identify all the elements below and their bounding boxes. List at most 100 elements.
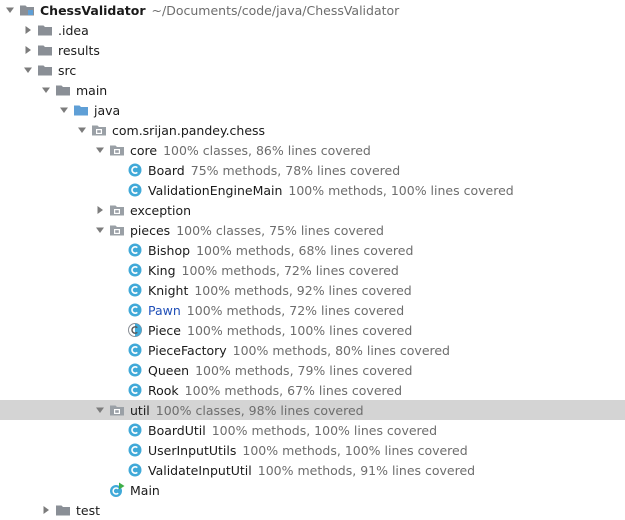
package-icon bbox=[109, 402, 125, 418]
coverage-info: 100% methods, 91% lines covered bbox=[257, 462, 476, 478]
tree-node-label: test bbox=[76, 502, 101, 518]
tree-node-piece[interactable]: Piece 100% methods, 100% lines covered bbox=[0, 320, 625, 340]
tree-node-core[interactable]: core 100% classes, 86% lines covered bbox=[0, 140, 625, 160]
chevron-down-icon[interactable] bbox=[58, 100, 70, 120]
tree-node-piece-factory[interactable]: PieceFactory 100% methods, 80% lines cov… bbox=[0, 340, 625, 360]
coverage-info: 75% methods, 78% lines covered bbox=[190, 162, 401, 178]
tree-node-label: com.srijan.pandey.chess bbox=[112, 122, 266, 138]
tree-node-label: Piece bbox=[148, 322, 181, 338]
chevron-down-icon[interactable] bbox=[40, 80, 52, 100]
coverage-info: 100% methods, 68% lines covered bbox=[196, 242, 414, 258]
folder-icon bbox=[37, 62, 53, 78]
tree-node-knight[interactable]: Knight 100% methods, 92% lines covered bbox=[0, 280, 625, 300]
tree-node-bishop[interactable]: Bishop 100% methods, 68% lines covered bbox=[0, 240, 625, 260]
tree-node-label: Pawn bbox=[148, 302, 181, 318]
tree-node-label: core bbox=[130, 142, 158, 158]
tree-node-validation-engine-main[interactable]: ValidationEngineMain 100% methods, 100% … bbox=[0, 180, 625, 200]
tree-node-label: ChessValidator bbox=[40, 2, 146, 18]
class-icon bbox=[127, 282, 143, 298]
coverage-info: 100% classes, 75% lines covered bbox=[176, 222, 384, 238]
tree-node-java[interactable]: java bbox=[0, 100, 625, 120]
chevron-down-icon[interactable] bbox=[22, 60, 34, 80]
tree-node-label: Queen bbox=[148, 362, 190, 378]
package-icon bbox=[109, 202, 125, 218]
module-folder-icon bbox=[19, 2, 35, 18]
coverage-info: 100% methods, 100% lines covered bbox=[242, 442, 468, 458]
chevron-down-icon[interactable] bbox=[4, 0, 16, 20]
tree-node-package[interactable]: com.srijan.pandey.chess bbox=[0, 120, 625, 140]
tree-node-label: ValidateInputUtil bbox=[148, 462, 252, 478]
tree-node-label: .idea bbox=[58, 22, 89, 38]
class-icon bbox=[127, 442, 143, 458]
folder-icon bbox=[37, 42, 53, 58]
chevron-down-icon[interactable] bbox=[94, 400, 106, 420]
coverage-info: 100% methods, 80% lines covered bbox=[232, 342, 450, 358]
tree-node-label: pieces bbox=[130, 222, 171, 238]
tree-node-label: src bbox=[58, 62, 77, 78]
tree-node-label: BoardUtil bbox=[148, 422, 206, 438]
package-icon bbox=[109, 142, 125, 158]
coverage-info: 100% methods, 72% lines covered bbox=[181, 262, 399, 278]
tree-node-validate-input-util[interactable]: ValidateInputUtil 100% methods, 91% line… bbox=[0, 460, 625, 480]
abstract-class-icon bbox=[127, 322, 143, 338]
coverage-info: 100% methods, 92% lines covered bbox=[194, 282, 412, 298]
tree-node-rook[interactable]: Rook 100% methods, 67% lines covered bbox=[0, 380, 625, 400]
tree-node-pawn[interactable]: Pawn 100% methods, 72% lines covered bbox=[0, 300, 625, 320]
coverage-info: 100% methods, 100% lines covered bbox=[187, 322, 413, 338]
class-icon bbox=[127, 302, 143, 318]
tree-node-king[interactable]: King 100% methods, 72% lines covered bbox=[0, 260, 625, 280]
tree-node-board-util[interactable]: BoardUtil 100% methods, 100% lines cover… bbox=[0, 420, 625, 440]
coverage-info: 100% methods, 79% lines covered bbox=[195, 362, 413, 378]
class-icon bbox=[127, 462, 143, 478]
tree-node-label: exception bbox=[130, 202, 192, 218]
tree-node-label: Main bbox=[130, 482, 160, 498]
tree-node-label: util bbox=[130, 402, 150, 418]
chevron-right-icon[interactable] bbox=[40, 500, 52, 520]
tree-node-main-class[interactable]: Main bbox=[0, 480, 625, 500]
tree-node-util[interactable]: util 100% classes, 98% lines covered bbox=[0, 400, 625, 420]
tree-node-exception[interactable]: exception bbox=[0, 200, 625, 220]
tree-node-board[interactable]: Board 75% methods, 78% lines covered bbox=[0, 160, 625, 180]
class-icon bbox=[127, 162, 143, 178]
tree-node-results[interactable]: results bbox=[0, 40, 625, 60]
tree-node-label: java bbox=[94, 102, 121, 118]
coverage-info: 100% methods, 100% lines covered bbox=[288, 182, 514, 198]
chevron-down-icon[interactable] bbox=[94, 140, 106, 160]
tree-node-label: Knight bbox=[148, 282, 189, 298]
class-icon bbox=[127, 262, 143, 278]
tree-node-main[interactable]: main bbox=[0, 80, 625, 100]
folder-icon bbox=[55, 82, 71, 98]
class-icon bbox=[127, 342, 143, 358]
tree-node-pieces[interactable]: pieces 100% classes, 75% lines covered bbox=[0, 220, 625, 240]
tree-node-src[interactable]: src bbox=[0, 60, 625, 80]
tree-node-root[interactable]: ChessValidator ~/Documents/code/java/Che… bbox=[0, 0, 625, 20]
tree-node-test[interactable]: test bbox=[0, 500, 625, 520]
tree-node-idea[interactable]: .idea bbox=[0, 20, 625, 40]
tree-node-label: main bbox=[76, 82, 108, 98]
tree-node-queen[interactable]: Queen 100% methods, 79% lines covered bbox=[0, 360, 625, 380]
class-icon bbox=[127, 242, 143, 258]
package-icon bbox=[109, 222, 125, 238]
class-icon bbox=[127, 182, 143, 198]
chevron-right-icon[interactable] bbox=[22, 40, 34, 60]
tree-node-label: Bishop bbox=[148, 242, 191, 258]
tree-node-label: ValidationEngineMain bbox=[148, 182, 283, 198]
chevron-down-icon[interactable] bbox=[94, 220, 106, 240]
chevron-right-icon[interactable] bbox=[22, 20, 34, 40]
tree-node-label: Board bbox=[148, 162, 185, 178]
chevron-down-icon[interactable] bbox=[76, 120, 88, 140]
tree-node-user-input-utils[interactable]: UserInputUtils 100% methods, 100% lines … bbox=[0, 440, 625, 460]
chevron-right-icon[interactable] bbox=[94, 200, 106, 220]
